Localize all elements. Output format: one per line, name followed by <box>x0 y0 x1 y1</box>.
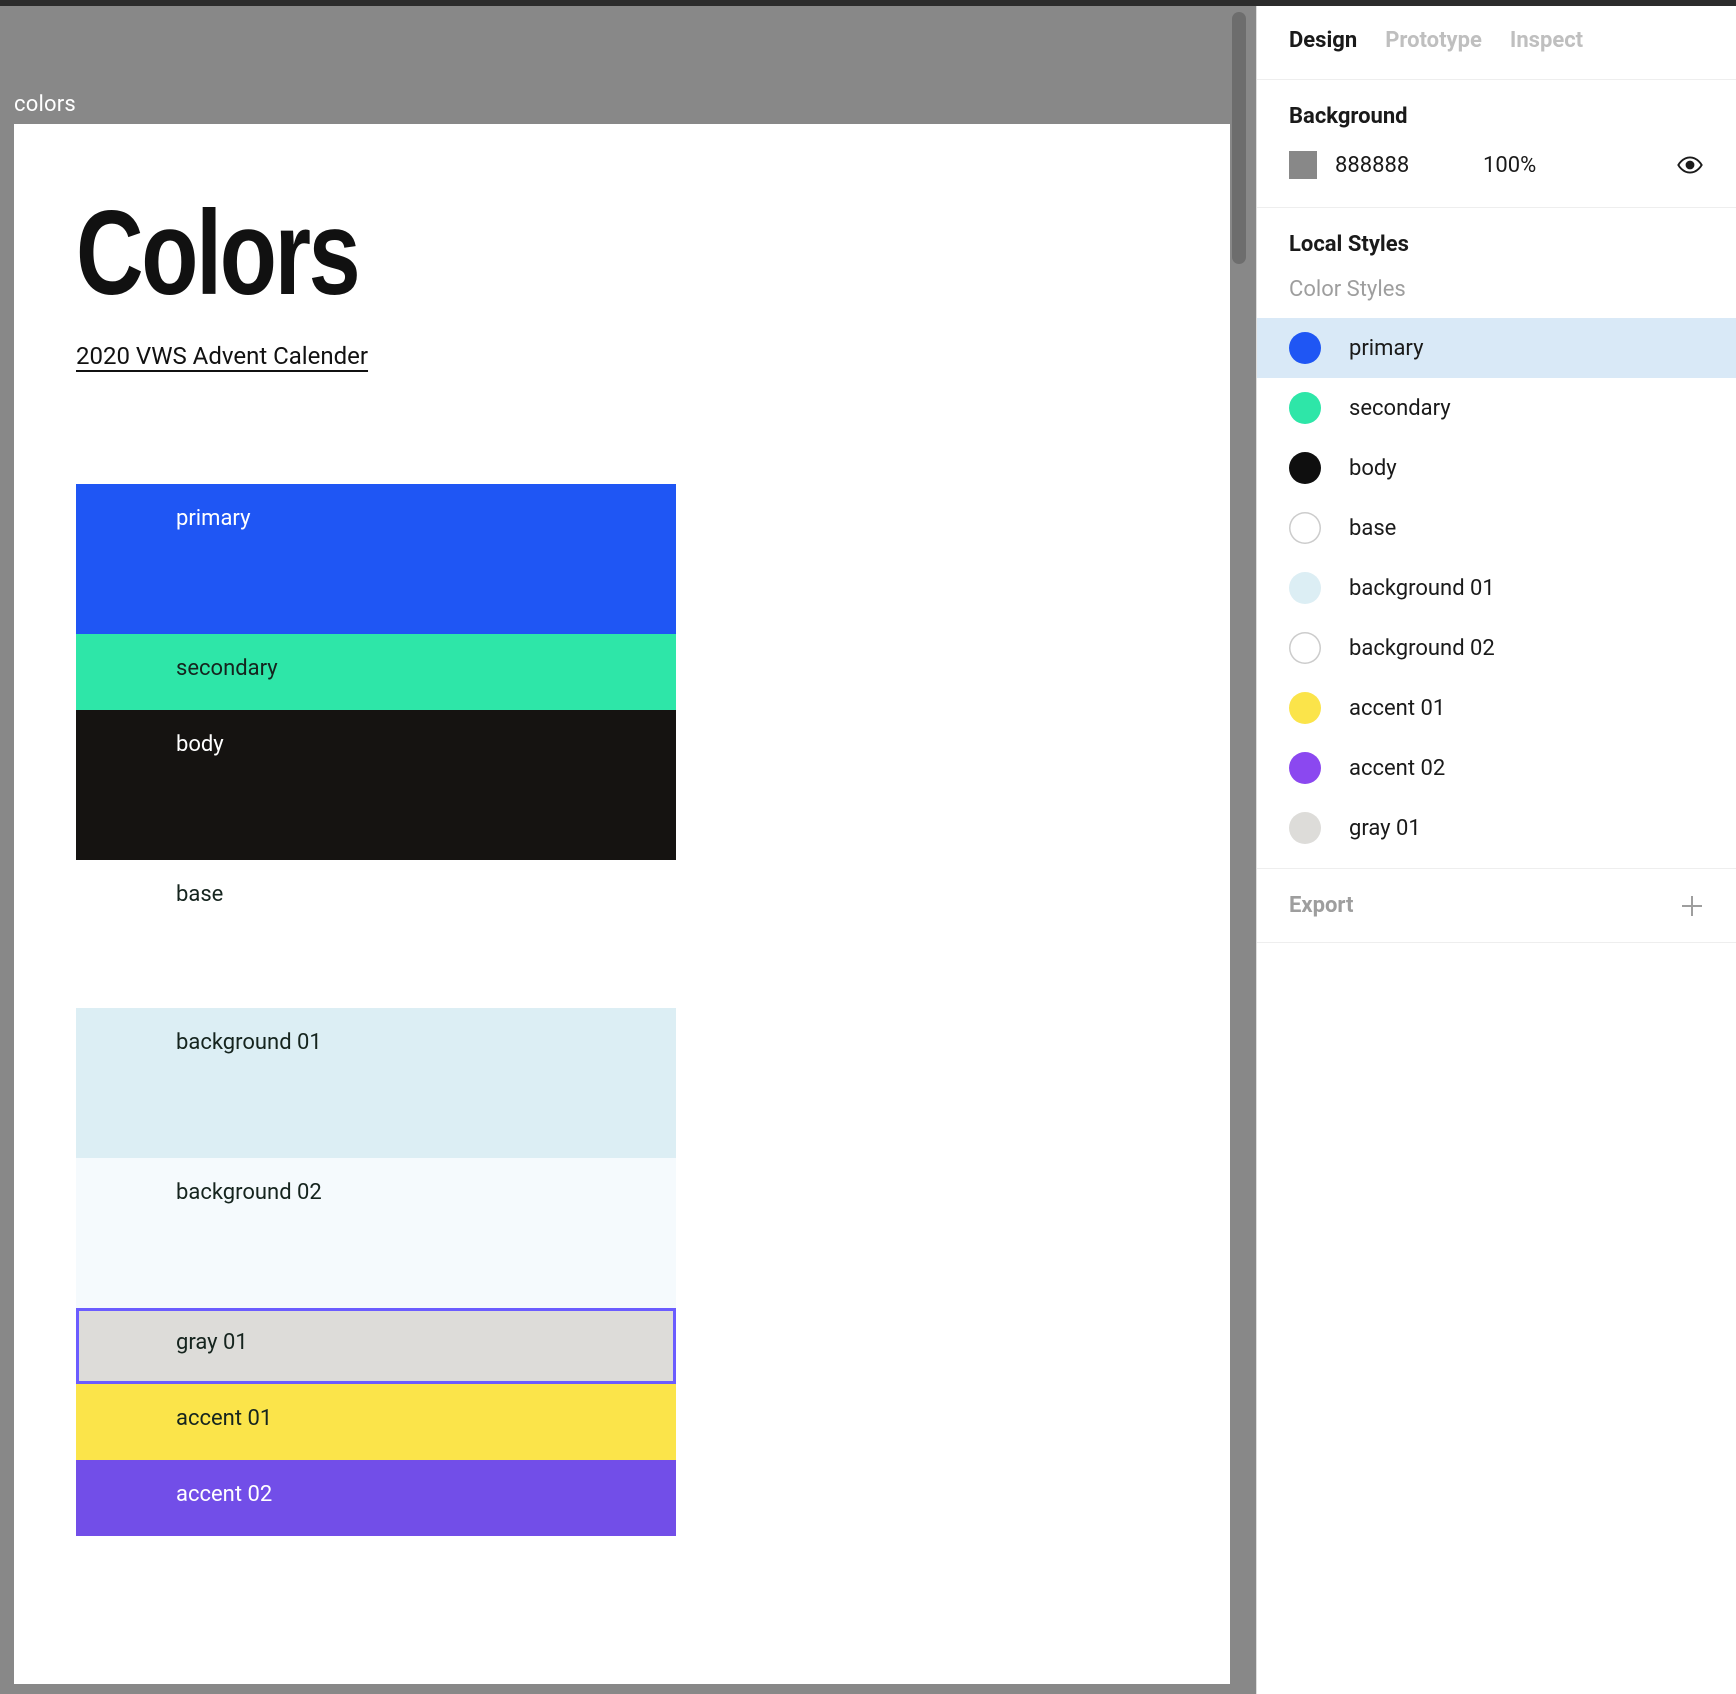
tab-prototype[interactable]: Prototype <box>1385 28 1482 53</box>
app-root: colors Colors 2020 VWS Advent Calender p… <box>0 0 1736 1694</box>
local-styles-section: Local Styles Color Styles primary seconda… <box>1257 207 1736 868</box>
color-style-background-02[interactable]: background 02 <box>1257 618 1736 678</box>
right-panel: Design Prototype Inspect Background 888888… <box>1256 6 1736 1694</box>
swatch-accent-02[interactable]: accent 02 <box>76 1460 676 1536</box>
tab-design[interactable]: Design <box>1289 28 1357 53</box>
color-dot-icon <box>1289 692 1321 724</box>
visibility-toggle-icon[interactable] <box>1676 151 1704 179</box>
panel-tabs: Design Prototype Inspect <box>1257 6 1736 79</box>
swatch-label: background 02 <box>176 1180 322 1205</box>
color-styles-subheading: Color Styles <box>1257 277 1736 318</box>
color-style-label: accent 01 <box>1349 696 1445 721</box>
color-dot-icon <box>1289 452 1321 484</box>
swatch-label: accent 01 <box>176 1406 272 1431</box>
swatch-accent-01[interactable]: accent 01 <box>76 1384 676 1460</box>
background-row[interactable]: 888888 100% <box>1289 151 1704 179</box>
color-style-gray-01[interactable]: gray 01 <box>1257 798 1736 858</box>
swatch-gray-01[interactable]: gray 01 <box>76 1308 676 1384</box>
color-style-background-01[interactable]: background 01 <box>1257 558 1736 618</box>
swatch-label: accent 02 <box>176 1482 272 1507</box>
color-style-label: primary <box>1349 336 1423 361</box>
canvas-scrollbar[interactable] <box>1232 12 1246 264</box>
page-subtitle-link[interactable]: 2020 VWS Advent Calender <box>76 342 368 370</box>
color-style-label: base <box>1349 516 1396 541</box>
page-title: Colors <box>76 184 358 322</box>
color-style-label: gray 01 <box>1349 816 1421 841</box>
swatch-background-01[interactable]: background 01 <box>76 1008 676 1158</box>
color-style-label: background 02 <box>1349 636 1495 661</box>
color-dot-icon <box>1289 632 1321 664</box>
frame-colors[interactable]: Colors 2020 VWS Advent Calender primary s… <box>14 124 1230 1684</box>
color-style-label: accent 02 <box>1349 756 1445 781</box>
color-style-secondary[interactable]: secondary <box>1257 378 1736 438</box>
color-style-base[interactable]: base <box>1257 498 1736 558</box>
color-dot-icon <box>1289 512 1321 544</box>
plus-icon[interactable] <box>1680 894 1704 918</box>
swatch-label: body <box>176 732 224 757</box>
color-style-primary[interactable]: primary <box>1257 318 1736 378</box>
color-dot-icon <box>1289 332 1321 364</box>
swatch-label: background 01 <box>176 1030 322 1055</box>
background-hex[interactable]: 888888 <box>1335 153 1465 178</box>
export-label: Export <box>1289 893 1353 918</box>
swatch-gap <box>76 936 676 1008</box>
color-dot-icon <box>1289 812 1321 844</box>
swatch-label: secondary <box>176 656 278 681</box>
swatch-base[interactable]: base <box>76 860 676 936</box>
color-style-label: secondary <box>1349 396 1451 421</box>
canvas-area[interactable]: colors Colors 2020 VWS Advent Calender p… <box>0 6 1256 1694</box>
color-style-accent-02[interactable]: accent 02 <box>1257 738 1736 798</box>
export-section[interactable]: Export <box>1257 868 1736 943</box>
swatch-column: primary secondary body base background 01 bac… <box>76 484 676 1536</box>
color-style-accent-01[interactable]: accent 01 <box>1257 678 1736 738</box>
local-styles-title: Local Styles <box>1257 232 1736 277</box>
tab-inspect[interactable]: Inspect <box>1510 28 1583 53</box>
swatch-label: primary <box>176 506 250 531</box>
swatch-label: gray 01 <box>176 1330 248 1355</box>
background-section: Background 888888 100% <box>1257 79 1736 207</box>
color-dot-icon <box>1289 392 1321 424</box>
background-opacity[interactable]: 100% <box>1483 153 1658 178</box>
swatch-label: base <box>176 882 223 907</box>
swatch-body[interactable]: body <box>76 710 676 860</box>
color-dot-icon <box>1289 572 1321 604</box>
color-style-body[interactable]: body <box>1257 438 1736 498</box>
frame-label[interactable]: colors <box>14 92 76 117</box>
color-style-label: body <box>1349 456 1397 481</box>
color-style-list: primary secondary body base background 01 bac… <box>1257 318 1736 858</box>
swatch-secondary[interactable]: secondary <box>76 634 676 710</box>
color-style-label: background 01 <box>1349 576 1495 601</box>
background-chip[interactable] <box>1289 151 1317 179</box>
color-dot-icon <box>1289 752 1321 784</box>
swatch-background-02[interactable]: background 02 <box>76 1158 676 1308</box>
swatch-primary[interactable]: primary <box>76 484 676 634</box>
background-title: Background <box>1289 104 1704 129</box>
